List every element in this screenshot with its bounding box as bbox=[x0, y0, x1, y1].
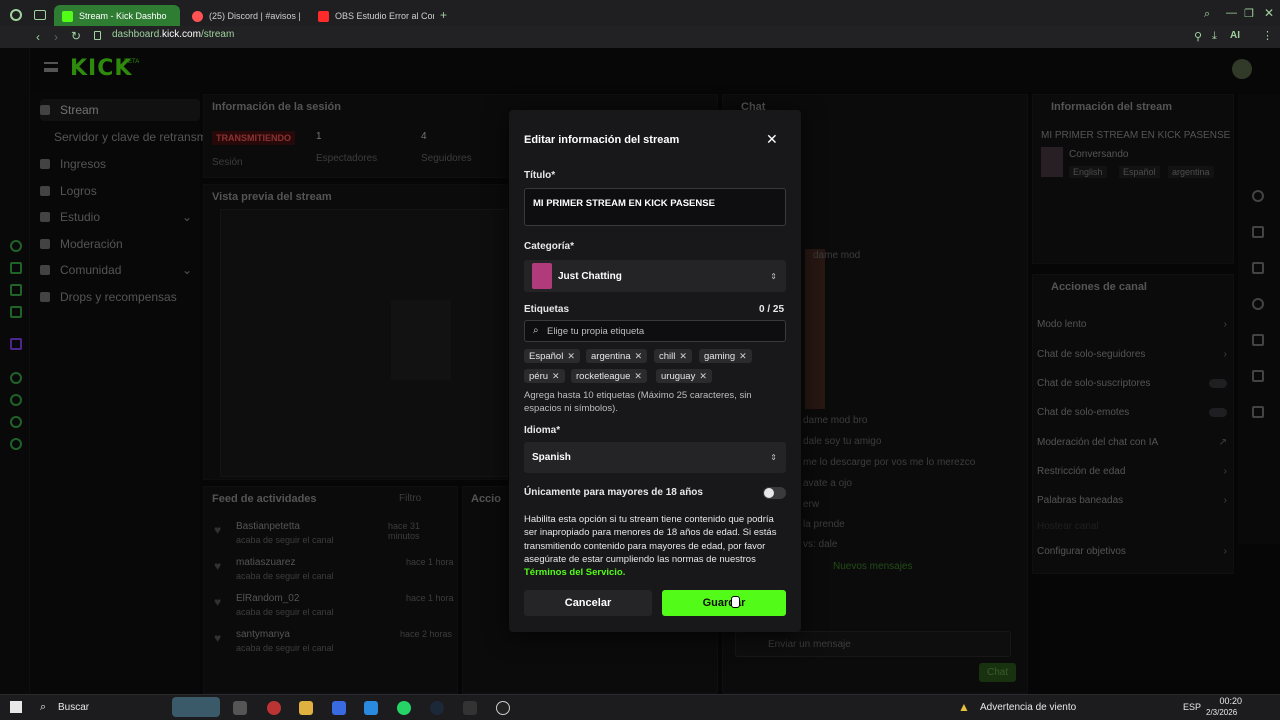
language-indicator[interactable]: ESP bbox=[1183, 702, 1201, 712]
clock-date[interactable]: 2/3/2026 bbox=[1206, 708, 1237, 717]
mature-help-body: Habilita esta opción si tu stream tiene … bbox=[524, 514, 777, 565]
steam-icon[interactable] bbox=[430, 701, 444, 715]
tab-label: Stream - Kick Dashbo bbox=[79, 11, 167, 21]
extension-icon[interactable]: ⚲ bbox=[1194, 30, 1202, 43]
url-prefix: dashboard. bbox=[112, 29, 163, 40]
language-select[interactable]: Spanish ⇕ bbox=[524, 442, 786, 473]
file-explorer-icon[interactable] bbox=[299, 701, 313, 715]
tag-chip-rocketleague[interactable]: rocketleague ✕ bbox=[571, 369, 647, 383]
category-value: Just Chatting bbox=[558, 270, 622, 282]
mouse-cursor-icon bbox=[731, 596, 740, 608]
tag-label: péru bbox=[529, 370, 549, 382]
title-label: Título* bbox=[524, 170, 556, 181]
address-bar: ‹ › ↻ dashboard.kick.com/stream ⚲ ⤓ AI ⋮ bbox=[0, 26, 1280, 48]
mature-toggle[interactable] bbox=[763, 487, 786, 499]
tag-label: gaming bbox=[704, 350, 736, 362]
tab-label: OBS Estudio Error al Cone bbox=[335, 11, 434, 21]
tag-chip-peru[interactable]: péru ✕ bbox=[524, 369, 565, 383]
clock-time[interactable]: 00:20 bbox=[1210, 696, 1242, 706]
taskbar-search[interactable]: Buscar bbox=[58, 702, 89, 713]
tag-chip-uruguay[interactable]: uruguay ✕ bbox=[656, 369, 712, 383]
title-input[interactable]: MI PRIMER STREAM EN KICK PASENSE bbox=[524, 188, 786, 226]
kick-favicon-icon bbox=[62, 10, 73, 22]
language-value: Spanish bbox=[532, 452, 571, 463]
tab-kick-dashboard[interactable]: Stream - Kick Dashbo bbox=[54, 5, 180, 27]
obs-icon[interactable] bbox=[496, 701, 510, 715]
tab-obs[interactable]: OBS Estudio Error al Cone bbox=[310, 5, 434, 27]
edit-stream-modal: Editar información del stream ✕ Título* … bbox=[509, 110, 801, 632]
remove-tag-icon[interactable]: ✕ bbox=[634, 371, 642, 382]
workspaces-icon[interactable] bbox=[34, 10, 46, 20]
save-button[interactable]: Guardar bbox=[662, 590, 786, 616]
language-label: Idioma* bbox=[524, 425, 561, 436]
terms-link[interactable]: Términos del Servicio. bbox=[524, 567, 625, 578]
mature-label: Únicamente para mayores de 18 años bbox=[524, 487, 703, 498]
new-tab-icon[interactable]: + bbox=[440, 8, 447, 22]
weather-text[interactable]: Advertencia de viento bbox=[980, 702, 1076, 713]
search-icon[interactable]: ⌕ bbox=[1204, 8, 1210, 21]
tag-label: uruguay bbox=[661, 370, 696, 382]
menu-icon[interactable]: ⋮ bbox=[1262, 29, 1273, 42]
remove-tag-icon[interactable]: ✕ bbox=[679, 351, 687, 362]
download-icon[interactable]: ⤓ bbox=[1212, 30, 1217, 43]
tab-label: (25) Discord | #avisos | El bbox=[209, 11, 304, 21]
tag-chip-argentina[interactable]: argentina ✕ bbox=[586, 349, 648, 363]
taskbar-widget-icon[interactable] bbox=[172, 697, 220, 717]
tag-label: rocketleague bbox=[576, 370, 631, 382]
tag-label: argentina bbox=[591, 350, 631, 362]
windows-start-icon[interactable] bbox=[10, 701, 22, 713]
tags-label: Etiquetas bbox=[524, 304, 570, 315]
forward-icon[interactable]: › bbox=[54, 30, 58, 44]
search-icon[interactable]: ⌕ bbox=[40, 701, 46, 714]
task-view-icon[interactable] bbox=[233, 701, 247, 715]
warning-icon: ▲ bbox=[958, 700, 970, 714]
store-icon[interactable] bbox=[332, 701, 346, 715]
app-icon[interactable] bbox=[463, 701, 477, 715]
whatsapp-icon[interactable] bbox=[397, 701, 411, 715]
youtube-favicon-icon bbox=[318, 10, 329, 22]
opera-gx-icon[interactable] bbox=[267, 701, 281, 715]
ai-button[interactable]: AI bbox=[1230, 30, 1240, 41]
tab-discord[interactable]: (25) Discord | #avisos | El bbox=[184, 5, 304, 27]
remove-tag-icon[interactable]: ✕ bbox=[567, 351, 575, 362]
cancel-button[interactable]: Cancelar bbox=[524, 590, 652, 616]
browser-logo-icon[interactable] bbox=[10, 9, 22, 21]
select-arrows-icon: ⇕ bbox=[770, 271, 777, 281]
tag-chip-gaming[interactable]: gaming ✕ bbox=[699, 349, 752, 363]
category-select[interactable]: Just Chatting ⇕ bbox=[524, 260, 786, 292]
tag-label: chill bbox=[659, 350, 676, 362]
close-window-icon[interactable]: ✕ bbox=[1264, 6, 1274, 20]
windows-taskbar: ⌕ Buscar ▲ Advertencia de viento ESP 00:… bbox=[0, 694, 1280, 720]
tags-count: 0 / 25 bbox=[759, 304, 785, 315]
tags-placeholder: Elige tu propia etiqueta bbox=[547, 326, 645, 337]
url-field[interactable]: dashboard.kick.com/stream bbox=[112, 29, 234, 40]
modal-title: Editar información del stream bbox=[524, 134, 680, 146]
mature-help-text: Habilita esta opción si tu stream tiene … bbox=[524, 513, 788, 579]
url-path: /stream bbox=[200, 29, 235, 40]
close-icon[interactable]: ✕ bbox=[766, 131, 778, 148]
discord-favicon-icon bbox=[192, 10, 203, 22]
minimize-icon[interactable]: — bbox=[1226, 7, 1237, 19]
reload-icon[interactable]: ↻ bbox=[71, 29, 81, 43]
tag-chip-espanol[interactable]: Español ✕ bbox=[524, 349, 580, 363]
mail-icon[interactable] bbox=[364, 701, 378, 715]
lock-icon[interactable] bbox=[94, 31, 101, 40]
tag-label: Español bbox=[529, 350, 564, 362]
toggle-knob bbox=[764, 488, 774, 498]
remove-tag-icon[interactable]: ✕ bbox=[635, 351, 643, 362]
remove-tag-icon[interactable]: ✕ bbox=[699, 371, 707, 382]
category-thumbnail bbox=[532, 263, 552, 289]
select-arrows-icon: ⇕ bbox=[770, 453, 777, 462]
url-domain: kick.com bbox=[162, 29, 201, 40]
title-value: MI PRIMER STREAM EN KICK PASENSE bbox=[533, 198, 715, 209]
tag-chip-chill[interactable]: chill ✕ bbox=[654, 349, 692, 363]
remove-tag-icon[interactable]: ✕ bbox=[739, 351, 747, 362]
back-icon[interactable]: ‹ bbox=[36, 30, 40, 44]
search-icon: ⌕ bbox=[533, 325, 539, 336]
category-label: Categoría* bbox=[524, 241, 575, 252]
tags-help-text: Agrega hasta 10 etiquetas (Máximo 25 car… bbox=[524, 390, 752, 414]
maximize-icon[interactable]: ❐ bbox=[1244, 7, 1254, 20]
tags-input[interactable]: ⌕ Elige tu propia etiqueta bbox=[524, 320, 786, 342]
remove-tag-icon[interactable]: ✕ bbox=[552, 371, 560, 382]
